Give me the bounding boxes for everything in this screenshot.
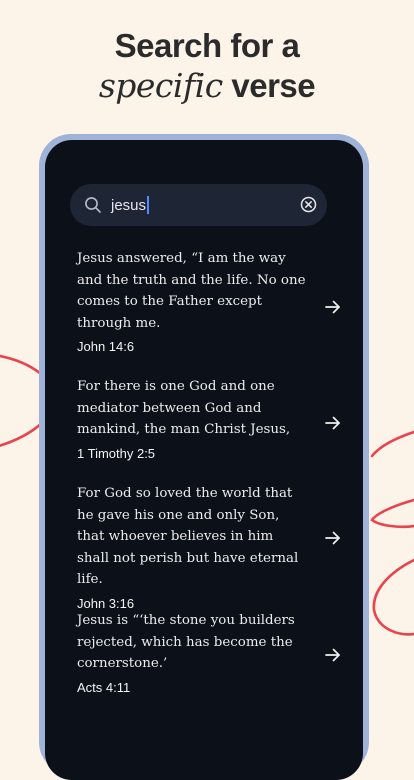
arrow-right-icon[interactable] xyxy=(324,298,342,316)
search-input[interactable]: jesus xyxy=(111,196,150,214)
arrow-right-icon[interactable] xyxy=(324,646,342,664)
search-query-text: jesus xyxy=(111,196,147,214)
search-result-item[interactable]: For God so loved the world that he gave … xyxy=(77,483,347,611)
phone-screen: jesus Jesus answered, “I am the way and … xyxy=(45,140,363,780)
headline-line2-rest: verse xyxy=(222,67,316,104)
headline-italic-word: specific xyxy=(98,66,223,105)
verse-reference: John 14:6 xyxy=(77,339,135,354)
phone-frame: jesus Jesus answered, “I am the way and … xyxy=(39,134,369,780)
text-caret xyxy=(147,196,150,214)
search-result-item[interactable]: Jesus is “‘the stone you builders reject… xyxy=(77,610,347,695)
arrow-right-icon[interactable] xyxy=(324,529,342,547)
verse-text: Jesus is “‘the stone you builders reject… xyxy=(77,613,295,671)
headline-line1: Search for a xyxy=(114,27,300,64)
arrow-right-icon[interactable] xyxy=(324,414,342,432)
verse-reference: John 3:16 xyxy=(77,595,135,611)
verse-reference: 1 Timothy 2:5 xyxy=(77,445,156,461)
verse-text: Jesus answered, “I am the way and the tr… xyxy=(77,251,306,331)
search-icon xyxy=(85,197,101,213)
decorative-scribble-right xyxy=(370,430,414,636)
verse-text: For God so loved the world that he gave … xyxy=(77,486,299,587)
verse-reference: Acts 4:11 xyxy=(77,679,131,695)
search-result-item[interactable]: Jesus answered, “I am the way and the tr… xyxy=(77,248,347,354)
search-bar[interactable]: jesus xyxy=(70,184,327,226)
clear-search-icon[interactable] xyxy=(300,196,317,213)
page-headline: Search for a specific verse xyxy=(0,26,414,106)
headline-line2: specific verse xyxy=(0,66,414,106)
verse-text: For there is one God and one mediator be… xyxy=(77,379,291,437)
search-result-item[interactable]: For there is one God and one mediator be… xyxy=(77,376,347,461)
